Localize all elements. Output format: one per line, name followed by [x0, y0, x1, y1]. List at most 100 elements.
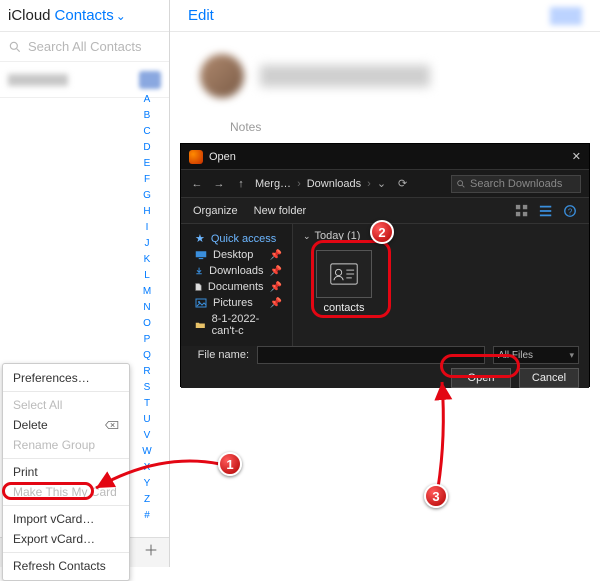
tree-downloads[interactable]: Downloads 📌	[181, 263, 292, 279]
refresh-icon[interactable]: ⟳	[398, 177, 407, 190]
avatar	[200, 54, 244, 98]
search-input[interactable]: Search All Contacts	[0, 32, 169, 62]
nav-forward-icon[interactable]: →	[211, 176, 227, 192]
download-icon	[195, 266, 203, 276]
open-file-dialog: Open ✕ ← → ↑ Merg… › Downloads › ⌄ ⟳ Sea…	[180, 143, 590, 387]
contact-list-item[interactable]	[0, 62, 169, 98]
tree-quick-access[interactable]: ★Quick access	[181, 230, 292, 247]
file-type-select[interactable]: All Files	[493, 346, 579, 364]
alpha-X[interactable]: X	[144, 463, 151, 473]
menu-separator	[3, 505, 129, 506]
tree-documents[interactable]: Documents 📌	[181, 279, 292, 295]
tree-desktop[interactable]: Desktop📌	[181, 247, 292, 263]
alpha-I[interactable]: I	[146, 223, 149, 233]
alpha-O[interactable]: O	[143, 319, 151, 329]
file-name-input[interactable]	[257, 346, 485, 364]
close-icon[interactable]: ✕	[572, 150, 581, 163]
tree-recent-folder[interactable]: 8-1-2022-can't-c	[181, 311, 292, 339]
dialog-navbar: ← → ↑ Merg… › Downloads › ⌄ ⟳ Search Dow…	[181, 170, 589, 198]
alpha-index[interactable]: ABCDEFGHIJKLMNOPQRSTUVWXYZ #	[139, 95, 155, 521]
document-icon	[195, 282, 202, 292]
dialog-app-icon	[189, 150, 203, 164]
alpha-N[interactable]: N	[143, 303, 150, 313]
edit-button[interactable]: Edit	[188, 7, 214, 24]
alpha-M[interactable]: M	[143, 287, 151, 297]
pin-icon: 📌	[270, 282, 282, 293]
brand-section: Contacts	[55, 7, 114, 24]
view-list-icon[interactable]	[539, 204, 553, 218]
view-icons-icon[interactable]	[515, 204, 529, 218]
file-tile-contacts[interactable]: contacts	[309, 250, 379, 314]
dialog-search-input[interactable]: Search Downloads	[451, 175, 581, 193]
file-type-label: All Files	[498, 350, 533, 361]
menu-export-vcard[interactable]: Export vCard…	[3, 529, 129, 549]
plus-icon[interactable]	[143, 542, 159, 563]
nav-up-icon[interactable]: ↑	[233, 176, 249, 192]
menu-refresh[interactable]: Refresh Contacts	[3, 556, 129, 576]
brand-app: iCloud	[8, 7, 51, 24]
file-group-header[interactable]: ⌄Today (1)	[303, 230, 579, 242]
desktop-icon	[195, 250, 207, 260]
dialog-search-placeholder: Search Downloads	[470, 178, 562, 190]
alpha-D[interactable]: D	[143, 143, 150, 153]
file-name-field-label: File name:	[191, 349, 249, 361]
crumb-1[interactable]: Downloads	[307, 178, 361, 190]
contact-name	[8, 74, 68, 86]
dialog-file-area[interactable]: ⌄Today (1) contacts	[293, 224, 589, 346]
menu-import-vcard[interactable]: Import vCard…	[3, 509, 129, 529]
crumb-sep-icon: ›	[297, 178, 301, 190]
organize-button[interactable]: Organize	[193, 205, 238, 217]
contact-detail-header	[170, 32, 600, 108]
alpha-T[interactable]: T	[144, 399, 150, 409]
alpha-F[interactable]: F	[144, 175, 150, 185]
menu-separator	[3, 552, 129, 553]
backspace-icon	[105, 420, 119, 430]
cancel-button[interactable]: Cancel	[519, 368, 579, 388]
menu-preferences[interactable]: Preferences…	[3, 368, 129, 388]
folder-icon	[195, 320, 206, 330]
open-button[interactable]: Open	[451, 368, 511, 388]
help-icon[interactable]: ?	[563, 204, 577, 218]
nav-back-icon[interactable]: ←	[189, 176, 205, 192]
alpha-U[interactable]: U	[143, 415, 150, 425]
alpha-A[interactable]: A	[144, 95, 151, 105]
nav-dropdown-icon[interactable]: ⌄	[377, 177, 386, 190]
alpha-S[interactable]: S	[144, 383, 151, 393]
vcard-icon	[316, 250, 372, 298]
alpha-H[interactable]: H	[143, 207, 150, 217]
app-brand[interactable]: iCloud Contacts ⌄	[0, 0, 169, 32]
alpha-W[interactable]: W	[142, 447, 151, 457]
menu-select-all: Select All	[3, 395, 129, 415]
alpha-P[interactable]: P	[144, 335, 151, 345]
pin-icon: 📌	[270, 266, 282, 277]
notes-label: Notes	[170, 120, 600, 134]
dialog-tree: ★Quick access Desktop📌 Downloads 📌 Docume…	[181, 224, 293, 346]
crumb-0[interactable]: Merg…	[255, 178, 291, 190]
tree-label: Quick access	[211, 233, 276, 245]
tree-label: Documents	[208, 281, 264, 293]
pin-icon: 📌	[270, 250, 282, 261]
tree-pictures[interactable]: Pictures📌	[181, 295, 292, 311]
alpha-B[interactable]: B	[144, 111, 151, 121]
menu-separator	[3, 458, 129, 459]
alpha-V[interactable]: V	[144, 431, 151, 441]
menu-delete-label: Delete	[13, 418, 48, 432]
alpha-Z[interactable]: Z	[144, 495, 150, 505]
alpha-#[interactable]: #	[144, 511, 150, 521]
alpha-R[interactable]: R	[143, 367, 150, 377]
tree-label: Downloads	[209, 265, 263, 277]
alpha-C[interactable]: C	[143, 127, 150, 137]
crumb-sep-icon: ›	[367, 178, 371, 190]
picture-icon	[195, 298, 207, 308]
menu-print[interactable]: Print	[3, 462, 129, 482]
new-folder-button[interactable]: New folder	[254, 205, 307, 217]
alpha-Q[interactable]: Q	[143, 351, 151, 361]
alpha-G[interactable]: G	[143, 191, 151, 201]
alpha-K[interactable]: K	[144, 255, 151, 265]
alpha-L[interactable]: L	[144, 271, 150, 281]
menu-delete[interactable]: Delete	[3, 415, 129, 435]
alpha-J[interactable]: J	[145, 239, 150, 249]
alpha-Y[interactable]: Y	[144, 479, 151, 489]
contact-badge	[139, 71, 161, 89]
alpha-E[interactable]: E	[144, 159, 151, 169]
